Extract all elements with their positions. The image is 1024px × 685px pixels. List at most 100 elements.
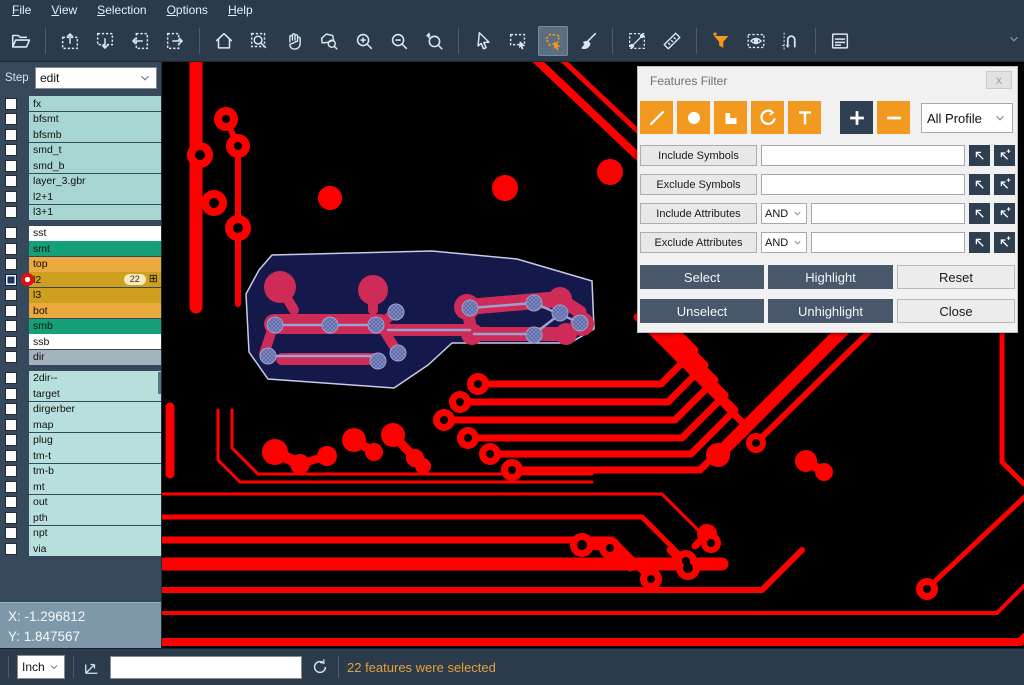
filter-value-input[interactable] bbox=[811, 203, 965, 224]
layer-visibility-checkbox[interactable] bbox=[5, 336, 17, 348]
menu-item[interactable]: Help bbox=[218, 1, 263, 19]
feature-type-button[interactable] bbox=[788, 101, 821, 134]
layer-row[interactable]: dir bbox=[0, 350, 161, 365]
layer-name-bar[interactable]: tm-b bbox=[29, 464, 161, 479]
layer-row[interactable]: layer_3.gbr bbox=[0, 174, 161, 189]
toolbar-button[interactable] bbox=[125, 26, 155, 56]
filter-value-input[interactable] bbox=[811, 232, 965, 253]
pick-add-from-canvas-button[interactable] bbox=[994, 203, 1015, 224]
layer-name-bar[interactable]: out bbox=[29, 495, 161, 510]
toolbar-button[interactable] bbox=[45, 28, 46, 54]
feature-type-button[interactable] bbox=[840, 101, 873, 134]
layer-visibility-checkbox[interactable] bbox=[5, 496, 17, 508]
filter-value-input[interactable] bbox=[761, 174, 965, 195]
dialog-action-button[interactable]: Unselect bbox=[640, 299, 764, 323]
layer-visibility-checkbox[interactable] bbox=[5, 274, 17, 286]
toolbar-button[interactable] bbox=[825, 26, 855, 56]
layer-name-bar[interactable]: tm-t bbox=[29, 448, 161, 463]
layer-row[interactable]: map bbox=[0, 417, 161, 432]
toolbar-button[interactable] bbox=[815, 28, 816, 54]
layer-name-bar[interactable]: sst bbox=[29, 226, 161, 241]
toolbar-button[interactable] bbox=[160, 26, 190, 56]
layer-name-bar[interactable]: top bbox=[29, 257, 161, 272]
layer-row[interactable]: bot bbox=[0, 303, 161, 318]
layer-visibility-checkbox[interactable] bbox=[5, 144, 17, 156]
feature-type-button[interactable] bbox=[714, 101, 747, 134]
layer-row[interactable]: via bbox=[0, 541, 161, 556]
layer-visibility-checkbox[interactable] bbox=[5, 113, 17, 125]
toolbar-button[interactable] bbox=[706, 26, 736, 56]
filter-value-input[interactable] bbox=[761, 145, 965, 166]
pick-from-canvas-button[interactable] bbox=[969, 145, 990, 166]
layer-name-bar[interactable]: l2+1 bbox=[29, 189, 161, 204]
layer-visibility-checkbox[interactable] bbox=[5, 320, 17, 332]
layer-row[interactable]: top bbox=[0, 257, 161, 272]
menu-item[interactable]: View bbox=[41, 1, 87, 19]
layer-visibility-checkbox[interactable] bbox=[5, 206, 17, 218]
layer-name-bar[interactable]: dirgerber bbox=[29, 402, 161, 417]
layer-row[interactable]: tm-t bbox=[0, 448, 161, 463]
layer-row[interactable]: sst bbox=[0, 226, 161, 241]
dialog-action-button[interactable]: Highlight bbox=[768, 265, 893, 289]
layer-row[interactable]: 2dir-- bbox=[0, 371, 161, 386]
dialog-action-button[interactable]: Reset bbox=[897, 265, 1015, 289]
layer-row[interactable]: npt bbox=[0, 526, 161, 541]
toolbar-button[interactable] bbox=[468, 26, 498, 56]
layer-row[interactable]: out bbox=[0, 495, 161, 510]
layer-name-bar[interactable]: l2 22 ⊞ bbox=[29, 272, 161, 287]
layer-name-bar[interactable]: bot bbox=[29, 303, 161, 318]
layer-visibility-checkbox[interactable] bbox=[5, 243, 17, 255]
toolbar-button[interactable] bbox=[503, 26, 533, 56]
toolbar-button[interactable] bbox=[279, 26, 309, 56]
layer-row[interactable]: tm-b bbox=[0, 464, 161, 479]
toolbar-button[interactable] bbox=[776, 26, 806, 56]
pick-from-canvas-button[interactable] bbox=[969, 174, 990, 195]
dialog-action-button[interactable]: Select bbox=[640, 265, 764, 289]
layer-visibility-checkbox[interactable] bbox=[5, 129, 17, 141]
layer-row[interactable]: smd_b bbox=[0, 158, 161, 173]
profile-select[interactable]: All Profile bbox=[921, 103, 1013, 133]
layer-row[interactable]: l2+1 bbox=[0, 189, 161, 204]
layer-name-bar[interactable]: bfsmt bbox=[29, 112, 161, 127]
layer-visibility-checkbox[interactable] bbox=[5, 289, 17, 301]
pick-add-from-canvas-button[interactable] bbox=[994, 232, 1015, 253]
layer-visibility-checkbox[interactable] bbox=[5, 481, 17, 493]
layer-visibility-checkbox[interactable] bbox=[5, 258, 17, 270]
layer-visibility-checkbox[interactable] bbox=[5, 191, 17, 203]
layer-name-bar[interactable]: ssb bbox=[29, 334, 161, 349]
layer-visibility-checkbox[interactable] bbox=[5, 98, 17, 110]
layer-name-bar[interactable]: pth bbox=[29, 510, 161, 525]
layer-name-bar[interactable]: smd_t bbox=[29, 143, 161, 158]
layer-visibility-checkbox[interactable] bbox=[5, 527, 17, 539]
layer-name-bar[interactable]: l3+1 bbox=[29, 205, 161, 220]
layer-row[interactable]: bfsmb bbox=[0, 127, 161, 142]
sidebar-scrollbar[interactable] bbox=[158, 372, 161, 394]
layer-name-bar[interactable]: dir bbox=[29, 350, 161, 365]
layer-visibility-checkbox[interactable] bbox=[5, 227, 17, 239]
toolbar-button[interactable] bbox=[209, 26, 239, 56]
layer-row[interactable]: l2 22 ⊞ bbox=[0, 272, 161, 287]
layer-name-bar[interactable]: mt bbox=[29, 479, 161, 494]
pick-from-canvas-button[interactable] bbox=[969, 203, 990, 224]
dialog-action-button[interactable]: Unhighlight bbox=[768, 299, 893, 323]
layer-name-bar[interactable]: fx bbox=[29, 96, 161, 111]
sync-icon[interactable] bbox=[310, 657, 330, 677]
layer-row[interactable]: l3+1 bbox=[0, 205, 161, 220]
filter-row-label-button[interactable]: Include Attributes bbox=[640, 203, 757, 224]
layer-row[interactable]: dirgerber bbox=[0, 402, 161, 417]
layer-name-bar[interactable]: target bbox=[29, 386, 161, 401]
filter-row-label-button[interactable]: Include Symbols bbox=[640, 145, 757, 166]
layer-name-bar[interactable]: plug bbox=[29, 433, 161, 448]
layer-name-bar[interactable]: l3 bbox=[29, 288, 161, 303]
toolbar-button[interactable] bbox=[696, 28, 697, 54]
and-or-select[interactable]: AND bbox=[761, 203, 807, 224]
layer-visibility-checkbox[interactable] bbox=[5, 175, 17, 187]
layer-visibility-checkbox[interactable] bbox=[5, 450, 17, 462]
layer-visibility-checkbox[interactable] bbox=[5, 419, 17, 431]
and-or-select[interactable]: AND bbox=[761, 232, 807, 253]
layer-name-bar[interactable]: layer_3.gbr bbox=[29, 174, 161, 189]
layer-name-bar[interactable]: bfsmb bbox=[29, 127, 161, 142]
toolbar-button[interactable] bbox=[741, 26, 771, 56]
toolbar-button[interactable] bbox=[6, 26, 36, 56]
layer-visibility-checkbox[interactable] bbox=[5, 351, 17, 363]
